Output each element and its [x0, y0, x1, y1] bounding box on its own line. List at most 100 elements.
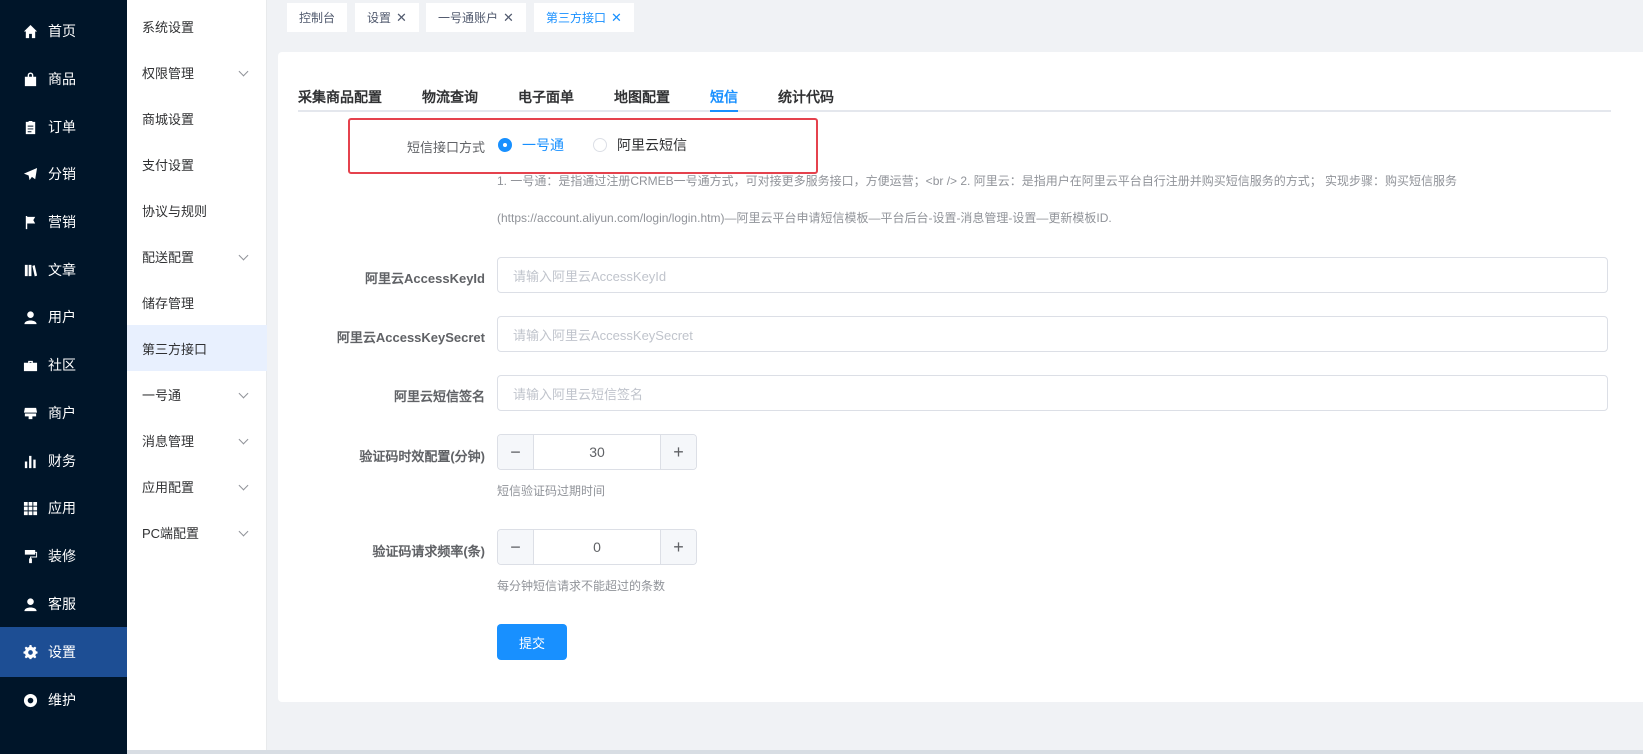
- nav-item-marketing[interactable]: 营销: [0, 197, 127, 247]
- radio-dot: [593, 138, 607, 152]
- submenu-label: 储存管理: [142, 295, 195, 311]
- radio-aliyun-sms[interactable]: 阿里云短信: [593, 135, 687, 155]
- tab-stats-code[interactable]: 统计代码: [778, 82, 834, 112]
- code-rate-help: 每分钟短信请求不能超过的条数: [497, 579, 666, 593]
- submenu-label: 一号通: [142, 387, 182, 403]
- code-rate-stepper[interactable]: − 0 +: [497, 529, 697, 565]
- submenu-item-app-config[interactable]: 应用配置: [127, 463, 267, 509]
- nav-item-decoration[interactable]: 装修: [0, 531, 127, 581]
- code-expire-stepper[interactable]: − 30 +: [497, 434, 697, 470]
- access-key-secret-label: 阿里云AccessKeySecret: [336, 330, 485, 345]
- submenu-item-system-settings[interactable]: 系统设置: [127, 3, 267, 49]
- nav-item-apps[interactable]: 应用: [0, 483, 127, 533]
- tag-yihaotong-account[interactable]: 一号通账户 ✕: [426, 3, 526, 32]
- active-tab-indicator: [710, 110, 738, 112]
- tab-e-waybill[interactable]: 电子面单: [518, 82, 574, 112]
- chevron-down-icon: [238, 526, 249, 537]
- submenu-item-payment-settings[interactable]: 支付设置: [127, 141, 267, 187]
- sms-sign-label: 阿里云短信签名: [393, 389, 485, 404]
- close-icon[interactable]: ✕: [503, 10, 514, 26]
- code-expire-label: 验证码时效配置(分钟): [359, 449, 485, 464]
- submenu-label: PC端配置: [142, 525, 200, 541]
- nav-item-customer-service[interactable]: 客服: [0, 579, 127, 629]
- submenu-item-agreements[interactable]: 协议与规则: [127, 187, 267, 233]
- sms-method-label: 短信接口方式: [406, 140, 485, 155]
- minus-icon[interactable]: −: [498, 530, 534, 564]
- radio-label: 一号通: [522, 137, 564, 153]
- nav-label: 订单: [48, 119, 76, 135]
- tab-sms[interactable]: 短信: [710, 82, 738, 112]
- nav-label: 应用: [48, 500, 76, 516]
- nav-item-distribution[interactable]: 分销: [0, 149, 127, 199]
- user-icon: [22, 596, 38, 612]
- nav-item-orders[interactable]: 订单: [0, 102, 127, 152]
- radio-yihaotong[interactable]: 一号通: [498, 135, 564, 155]
- sms-help-line-2: (https://account.aliyun.com/login/login.…: [497, 211, 1112, 225]
- nav-label: 文章: [48, 262, 76, 278]
- submenu-label: 配送配置: [142, 249, 195, 265]
- close-icon[interactable]: ✕: [396, 10, 407, 26]
- access-key-id-input[interactable]: 请输入阿里云AccessKeyId: [497, 257, 1608, 293]
- clipboard-icon: [22, 119, 38, 135]
- user-icon: [22, 309, 38, 325]
- tab-collect-products[interactable]: 采集商品配置: [298, 82, 382, 112]
- submenu-label: 系统设置: [142, 19, 195, 35]
- tab-map-config[interactable]: 地图配置: [614, 82, 670, 112]
- nav-label: 装修: [48, 548, 76, 564]
- submenu-item-delivery[interactable]: 配送配置: [127, 233, 267, 279]
- nav-label: 营销: [48, 214, 76, 230]
- chevron-down-icon: [238, 66, 249, 77]
- code-rate-label: 验证码请求频率(条): [372, 544, 485, 559]
- chevron-down-icon: [238, 480, 249, 491]
- access-key-secret-input[interactable]: 请输入阿里云AccessKeySecret: [497, 316, 1608, 352]
- minus-icon[interactable]: −: [498, 435, 534, 469]
- submenu-label: 权限管理: [142, 65, 195, 81]
- tag-label: 第三方接口: [546, 11, 607, 25]
- submenu-item-pc-config[interactable]: PC端配置: [127, 509, 267, 555]
- grid-icon: [22, 500, 38, 516]
- sms-sign-input[interactable]: 请输入阿里云短信签名: [497, 375, 1608, 411]
- nav-item-users[interactable]: 用户: [0, 292, 127, 342]
- radio-dot: [498, 138, 512, 152]
- main-sidebar: 首页 商品 订单 分销 营销 文章 用户 社区 商户 财务 应用 装修 客服 设…: [0, 0, 127, 754]
- tags-bar: 控制台 设置 ✕ 一号通账户 ✕ 第三方接口 ✕: [268, 0, 1643, 42]
- access-key-id-label: 阿里云AccessKeyId: [365, 271, 485, 286]
- nav-item-finance[interactable]: 财务: [0, 436, 127, 486]
- tag-label: 一号通账户: [438, 11, 499, 25]
- nav-item-articles[interactable]: 文章: [0, 245, 127, 295]
- book-icon: [22, 262, 38, 278]
- submenu-label: 第三方接口: [142, 341, 208, 357]
- code-rate-value[interactable]: 0: [534, 530, 660, 564]
- nav-item-maintenance[interactable]: 维护: [0, 675, 127, 725]
- tag-settings[interactable]: 设置 ✕: [355, 3, 419, 32]
- bottom-scrollbar-track: [127, 750, 1643, 754]
- code-expire-help: 短信验证码过期时间: [497, 484, 606, 498]
- nav-item-products[interactable]: 商品: [0, 54, 127, 104]
- submenu-item-third-party[interactable]: 第三方接口: [127, 325, 267, 371]
- chevron-down-icon: [238, 434, 249, 445]
- submit-button[interactable]: 提交: [497, 624, 567, 660]
- nav-item-merchants[interactable]: 商户: [0, 388, 127, 438]
- plus-icon[interactable]: +: [660, 530, 696, 564]
- shopping-bag-icon: [22, 71, 38, 87]
- close-icon[interactable]: ✕: [611, 10, 622, 26]
- nav-label: 设置: [48, 644, 76, 660]
- paper-plane-icon: [22, 166, 38, 182]
- nav-item-home[interactable]: 首页: [0, 6, 127, 56]
- tag-third-party[interactable]: 第三方接口 ✕: [534, 3, 634, 32]
- tab-logistics[interactable]: 物流查询: [422, 82, 478, 112]
- radio-label: 阿里云短信: [617, 137, 687, 153]
- submenu-item-mall-settings[interactable]: 商城设置: [127, 95, 267, 141]
- nav-item-settings[interactable]: 设置: [0, 627, 127, 677]
- settings-submenu: 系统设置 权限管理 商城设置 支付设置 协议与规则 配送配置 储存管理 第三方接…: [127, 0, 267, 754]
- submenu-item-yihaotong[interactable]: 一号通: [127, 371, 267, 417]
- submenu-item-permissions[interactable]: 权限管理: [127, 49, 267, 95]
- code-expire-value[interactable]: 30: [534, 435, 660, 469]
- submenu-item-messages[interactable]: 消息管理: [127, 417, 267, 463]
- nav-label: 维护: [48, 692, 76, 708]
- plus-icon[interactable]: +: [660, 435, 696, 469]
- nav-item-community[interactable]: 社区: [0, 340, 127, 390]
- tag-dashboard[interactable]: 控制台: [287, 3, 348, 32]
- submenu-item-storage[interactable]: 储存管理: [127, 279, 267, 325]
- nav-label: 首页: [48, 23, 76, 39]
